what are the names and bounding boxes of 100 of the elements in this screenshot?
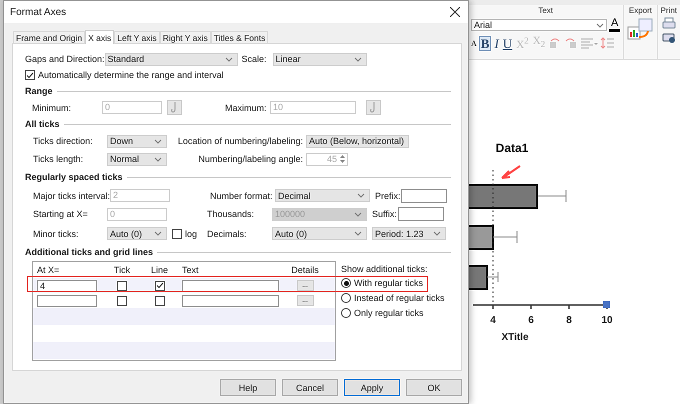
close-icon[interactable] [450,7,460,17]
font-color-button[interactable]: A [609,18,620,32]
form-label: Location of numbering/labeling: [176,136,303,146]
text-field[interactable] [182,280,279,292]
error-bar [538,190,566,202]
text-field[interactable] [37,294,97,306]
tab[interactable]: Right Y axis [160,31,211,43]
format-button[interactable]: I [493,36,500,50]
section-heading: Additional ticks and grid lines [25,247,154,257]
checkbox[interactable] [154,296,164,306]
window-title: Format Axes [10,6,66,18]
text-field[interactable]: 4 [37,280,97,292]
section-heading: All ticks [25,119,60,129]
form-label: Maximum: [225,102,268,112]
caret-icon [154,138,162,144]
form-label: Ticks direction: [33,136,94,146]
column-header: Tick [112,265,132,275]
dialog-button[interactable]: Apply [344,379,400,396]
caret-icon [354,212,362,216]
dropdown[interactable]: Down [107,134,167,148]
checkbox-label: Automatically determine the range and interval [38,70,224,80]
radio-button[interactable] [341,278,351,288]
error-bar [492,230,518,244]
grow-font-button[interactable]: A [471,38,477,48]
rotate-icon[interactable] [564,37,578,49]
printer-icon[interactable] [662,17,676,29]
tick-label: 4 [490,315,496,326]
dropdown[interactable]: Standard [104,52,238,66]
dropdown[interactable]: Normal [107,152,167,166]
column-header: Text [181,265,200,275]
form-label: Scale: [242,54,268,64]
chart-title: Data1 [496,141,528,155]
section-heading: Regularly spaced ticks [25,172,123,182]
hook-icon [171,102,178,113]
dropdown[interactable]: Auto (Below, horizontal) [306,134,409,148]
dialog-button[interactable]: Cancel [282,379,338,396]
dropdown[interactable]: Decimal [275,189,370,202]
section-heading: Range [25,86,53,96]
print-setup-icon[interactable] [662,31,676,43]
caret-icon [354,56,362,62]
dropdown[interactable]: Auto (0) [107,227,167,240]
form-label: Gaps and Direction: [25,54,105,64]
form-label: Prefix: [375,190,402,200]
tick-label: 6 [528,315,534,326]
text-field[interactable] [182,294,279,306]
caret-icon [596,22,604,28]
dropdown[interactable]: Period: 1.23 [372,227,446,240]
group-label: Export [628,6,652,15]
group-label: Print [660,6,677,15]
form-label: Number format: [210,190,274,200]
form-label: Minor ticks: [33,228,80,238]
tick-label: 8 [566,315,572,326]
radio-label: With regular ticks [354,278,424,288]
export-icon[interactable] [627,17,654,41]
arrow-annotation [501,165,521,179]
radio-button[interactable] [341,308,351,318]
form-label: Ticks length: [33,154,84,164]
dialog-button[interactable]: OK [406,379,462,396]
column-header: At X= [36,265,60,275]
dropdown[interactable]: Auto (0) [272,227,367,240]
caret-icon [224,56,233,62]
tab[interactable]: X axis [85,30,114,44]
checkbox[interactable] [172,228,182,238]
text-field[interactable] [398,207,444,221]
caret-icon [357,193,366,198]
font-dropdown[interactable]: Arial [471,19,607,31]
tab[interactable]: Titles & Fonts [210,31,268,43]
text-field[interactable] [401,188,448,202]
pick-button[interactable] [366,100,381,115]
checkbox[interactable] [154,280,164,290]
pick-button[interactable] [167,100,182,115]
axis-title: XTitle [501,332,529,343]
format-button[interactable]: U [502,36,514,50]
radio-label: Instead of regular ticks [354,293,445,303]
caret-icon [433,231,441,236]
form-label: Thousands: [207,209,256,219]
caret-icon [154,231,162,236]
checkbox[interactable] [117,280,127,290]
caret-icon [354,231,362,236]
form-label: Major ticks interval: [33,190,110,200]
tick-label: 10 [601,315,613,326]
checkbox-label: log [185,228,198,238]
group-label: Show additional ticks: [341,264,429,274]
error-bar [486,272,498,282]
dialog-button[interactable]: Help [220,379,276,396]
tab[interactable]: Left Y axis [114,31,160,43]
form-label: Suffix: [372,209,398,219]
radio-button[interactable] [341,293,351,303]
align-icon[interactable] [580,37,598,49]
dropdown[interactable]: Linear [272,52,367,66]
tab[interactable]: Frame and Origin [13,31,86,43]
form-label: Minimum: [32,102,72,112]
form-label: Starting at X= [33,209,89,219]
format-button[interactable]: B [478,36,492,50]
column-header: Line [150,265,169,275]
checkbox[interactable] [25,70,35,80]
checkbox[interactable] [117,296,127,306]
radio-label: Only regular ticks [354,308,424,318]
form-label: Numbering/labeling angle: [197,154,303,164]
hook-icon [370,102,377,113]
